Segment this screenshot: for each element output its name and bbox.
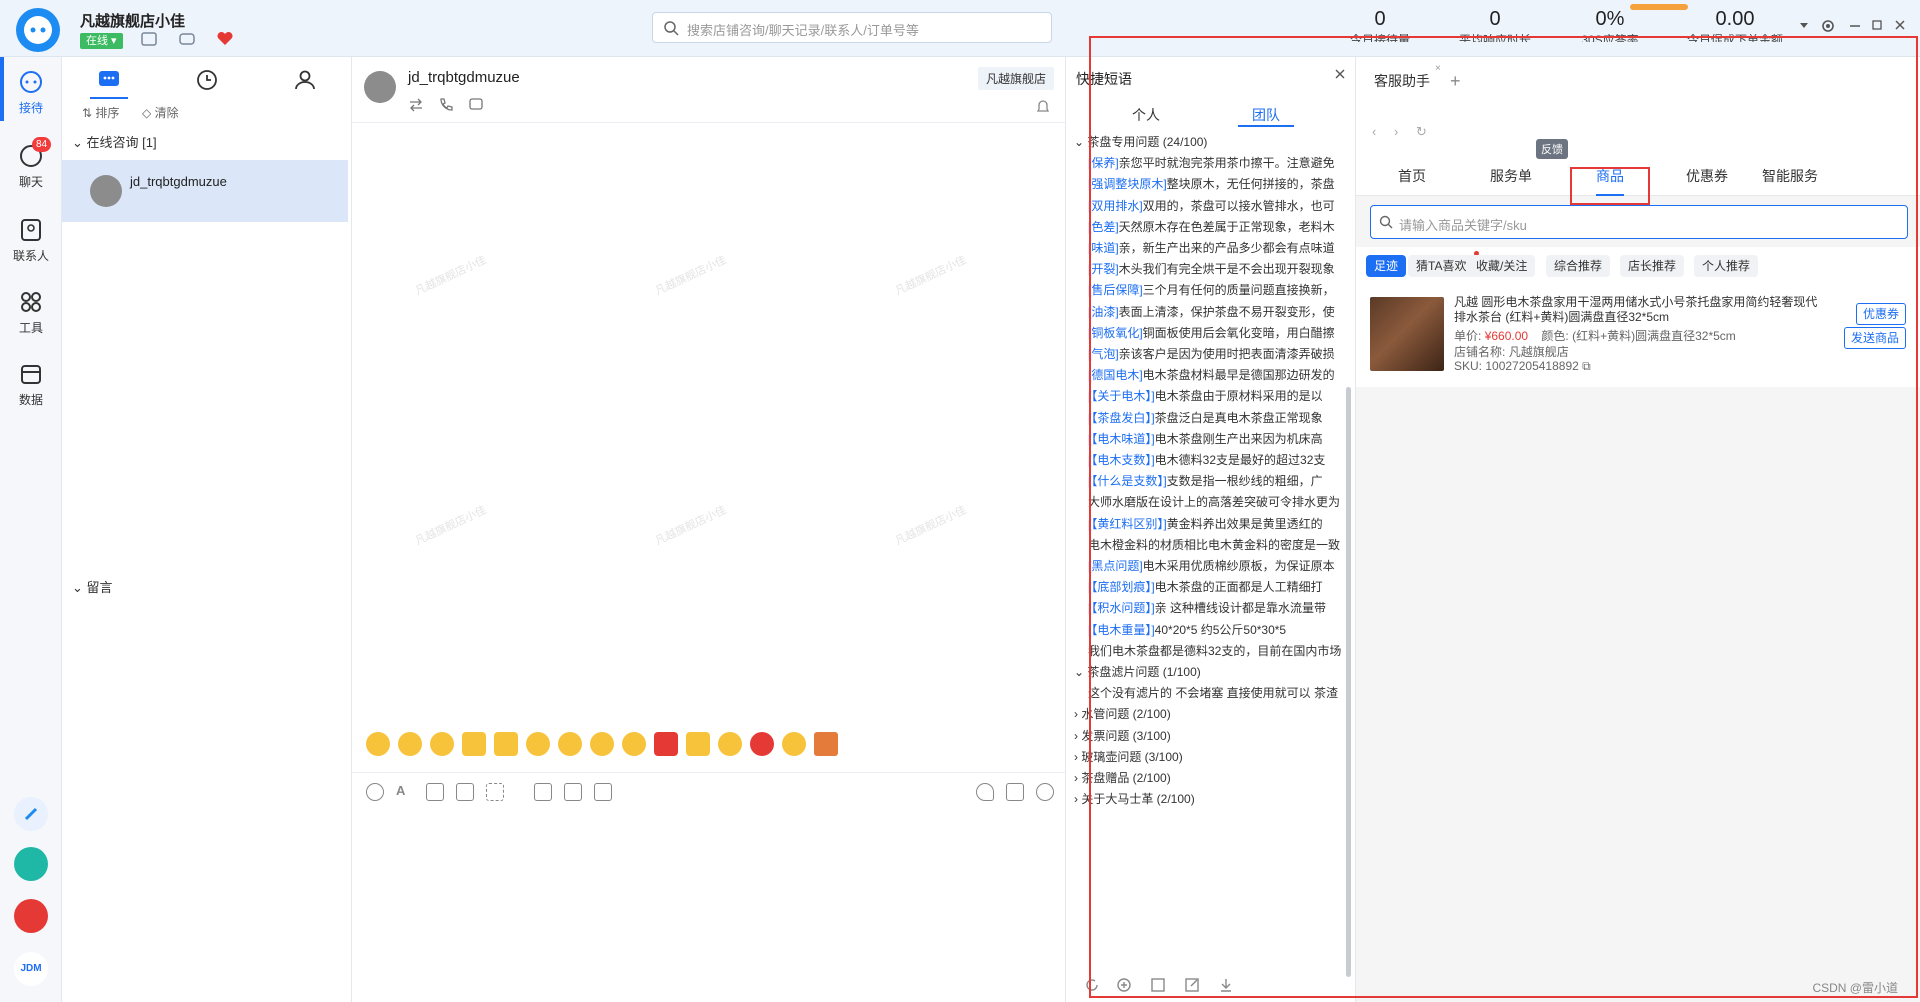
watermark: 凡越旗舰店小佳 (893, 504, 969, 548)
gear-icon[interactable] (1820, 18, 1834, 32)
emoji-icon[interactable] (366, 783, 384, 801)
sort-button[interactable]: ⇅ 排序 (82, 104, 119, 121)
footer-credit: CSDN @雷小道 (1812, 981, 1898, 995)
input-toolbar: A (352, 772, 1066, 808)
note-icon[interactable] (468, 97, 484, 113)
search-icon (663, 20, 679, 36)
conversation-item[interactable]: jd_trqbtgdmuzue (62, 160, 348, 222)
watermark: 凡越旗舰店小佳 (893, 254, 969, 298)
nav-item-reception[interactable]: 接待 (0, 69, 62, 116)
watermark: 凡越旗舰店小佳 (653, 504, 729, 548)
emoji-handshake[interactable] (494, 732, 518, 756)
restore-icon[interactable] (1870, 18, 1884, 32)
highlight-box (1089, 36, 1918, 998)
video-icon[interactable] (564, 783, 582, 801)
conversation-panel: ⇅ 排序 ◇ 清除 ⌄ 在线咨询 [1] jd_trqbtgdmuzue ⌄ 留… (62, 57, 352, 1002)
screenshot-icon[interactable] (486, 783, 504, 801)
watermark: 凡越旗舰店小佳 (653, 254, 729, 298)
store-tag: 凡越旗舰店 (977, 67, 1054, 90)
message-group-header[interactable]: ⌄ 留言 (72, 577, 113, 596)
contact-card-icon (18, 217, 44, 243)
nav-item-tools[interactable]: 工具 (0, 289, 62, 336)
emoji-smirk[interactable] (430, 732, 454, 756)
nav-item-data[interactable]: 数据 (0, 361, 62, 408)
online-group-label: 在线咨询 [1] (86, 135, 157, 150)
comment-icon[interactable] (1006, 783, 1024, 801)
nav-item-contacts[interactable]: 联系人 (0, 217, 62, 264)
global-search-input[interactable]: 搜索店铺咨询/聊天记录/联系人/订单号等 (652, 12, 1052, 43)
app-logo-icon (16, 8, 60, 52)
calendar-icon[interactable] (140, 30, 158, 48)
nav-label: 联系人 (12, 249, 49, 263)
status-dropdown[interactable]: 在线 ▾ (80, 33, 123, 49)
service-icon[interactable] (14, 899, 48, 933)
minimize-icon[interactable] (1848, 18, 1862, 32)
chevron-down-icon: ⌄ (1074, 135, 1088, 149)
calendar-icon[interactable] (534, 783, 552, 801)
watermark: 凡越旗舰店小佳 (413, 504, 489, 548)
status-label: 在线 (86, 35, 108, 47)
nav-label: 接待 (18, 101, 43, 115)
emoji-shy[interactable] (782, 732, 806, 756)
message-group-label: 留言 (86, 580, 113, 595)
link-icon[interactable] (14, 797, 48, 831)
phone-icon[interactable] (438, 97, 454, 113)
tab-chat-icon[interactable] (96, 67, 122, 93)
dropdown-icon[interactable] (1797, 18, 1811, 32)
chevron-down-icon: ⌄ (1074, 665, 1088, 679)
conversation-name: jd_trqbtgdmuzue (130, 174, 227, 189)
avatar (364, 71, 396, 103)
emoji-giggle[interactable] (398, 732, 422, 756)
close-icon[interactable] (1893, 18, 1907, 32)
jdm-logo-icon[interactable]: JDM (14, 952, 48, 986)
headset-icon[interactable] (178, 30, 196, 48)
emoji-grin[interactable] (366, 732, 390, 756)
nav-label: 聊天 (18, 175, 43, 189)
tab-underline (90, 97, 128, 99)
nav-item-chat[interactable]: 84 聊天 (0, 137, 62, 190)
history-icon[interactable] (1036, 783, 1054, 801)
emoji-gift[interactable] (814, 732, 838, 756)
sort-label: 排序 (95, 106, 120, 120)
chat-bubble-icon (18, 69, 44, 95)
left-nav: 接待 84 聊天 联系人 工具 数据 JDM (0, 57, 62, 1002)
robot-icon[interactable] (14, 847, 48, 881)
emoji-victory[interactable] (462, 732, 486, 756)
nav-label: 数据 (18, 393, 43, 407)
emoji-think[interactable] (526, 732, 550, 756)
emoji-cool[interactable] (558, 732, 582, 756)
nav-label: 工具 (18, 321, 43, 335)
emoji-smile[interactable] (622, 732, 646, 756)
emoji-surprise[interactable] (718, 732, 742, 756)
transfer-icon[interactable] (408, 97, 424, 113)
heart-icon[interactable] (216, 30, 234, 48)
progress-bar (1630, 4, 1688, 10)
calendar-icon (18, 361, 44, 387)
chat-user-name: jd_trqbtgdmuzue (408, 69, 520, 86)
online-group-header[interactable]: ⌄ 在线咨询 [1] (72, 132, 157, 151)
clear-button[interactable]: ◇ 清除 (142, 104, 179, 121)
box-icon[interactable] (594, 783, 612, 801)
watermark: 凡越旗舰店小佳 (413, 254, 489, 298)
avatar (90, 175, 122, 207)
emoji-thumbs-up[interactable] (686, 732, 710, 756)
contacts-icon[interactable] (292, 67, 318, 93)
bell-icon[interactable] (1034, 97, 1052, 115)
search-placeholder: 搜索店铺咨询/聊天记录/联系人/订单号等 (687, 23, 919, 38)
clear-label: 清除 (154, 106, 179, 120)
chat-area: jd_trqbtgdmuzue 凡越旗舰店 凡越旗舰店小佳 凡越旗舰店小佳 凡越… (352, 57, 1066, 1002)
chat-header: jd_trqbtgdmuzue 凡越旗舰店 (352, 57, 1066, 123)
clock-icon[interactable] (194, 67, 220, 93)
font-icon[interactable]: A (396, 783, 414, 801)
emoji-fighting[interactable] (590, 732, 614, 756)
emoji-rose[interactable] (654, 732, 678, 756)
image-icon[interactable] (426, 783, 444, 801)
shop-name: 凡越旗舰店小佳 (80, 13, 186, 30)
grid-icon (18, 289, 44, 315)
emoji-heart[interactable] (750, 732, 774, 756)
unread-badge: 84 (32, 137, 52, 152)
folder-icon[interactable] (456, 783, 474, 801)
heart-outline-icon[interactable] (976, 783, 994, 801)
emoji-quick-row (366, 732, 1056, 762)
